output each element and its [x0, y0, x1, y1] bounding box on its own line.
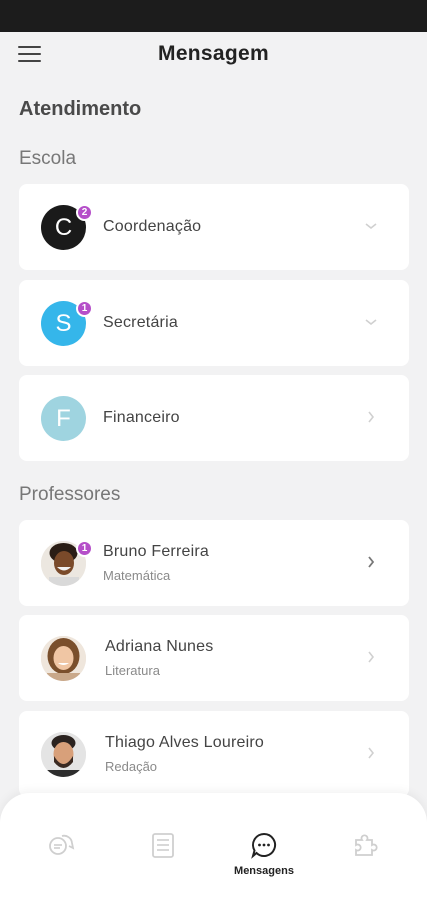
- avatar: F: [41, 396, 86, 441]
- page-title: Mensagem: [158, 42, 269, 65]
- bottom-navigation: Mensagens: [0, 793, 427, 900]
- teacher-subject: Redação: [105, 759, 158, 774]
- chevron-right-icon[interactable]: [363, 649, 379, 665]
- message-dots-icon: [251, 832, 276, 859]
- teacher-name: Bruno Ferreira: [103, 543, 209, 560]
- teacher-subject: Matemática: [103, 568, 171, 583]
- contact-name: Secretária: [103, 314, 178, 331]
- chevron-right-icon[interactable]: [363, 745, 379, 761]
- unread-badge: 2: [76, 204, 93, 221]
- status-bar: [0, 0, 427, 32]
- nav-item-chat[interactable]: [31, 831, 91, 881]
- teacher-subject: Literatura: [105, 663, 160, 678]
- teacher-card-thiago[interactable]: Thiago Alves Loureiro Redação: [19, 711, 409, 797]
- nav-item-tasks[interactable]: [133, 831, 193, 881]
- teacher-photo: [41, 732, 86, 777]
- nav-item-extras[interactable]: [335, 831, 395, 881]
- contact-card-coordenacao[interactable]: C 2 Coordenação: [19, 184, 409, 270]
- app-header: Mensagem: [0, 32, 427, 80]
- unread-badge: 1: [76, 300, 93, 317]
- clipboard-list-icon: [152, 833, 174, 858]
- group-title-escola: Escola: [19, 148, 77, 169]
- puzzle-icon: [355, 834, 378, 856]
- teacher-card-adriana[interactable]: Adriana Nunes Literatura: [19, 615, 409, 701]
- nav-label-mensagens: Mensagens: [234, 865, 294, 877]
- chevron-right-icon[interactable]: [363, 409, 379, 425]
- teacher-card-bruno[interactable]: 1 Bruno Ferreira Matemática: [19, 520, 409, 606]
- chevron-down-icon[interactable]: [363, 314, 379, 330]
- contact-card-secretaria[interactable]: S 1 Secretária: [19, 280, 409, 366]
- teacher-photo: [41, 636, 86, 681]
- group-title-professores: Professores: [19, 484, 121, 505]
- nav-item-mensagens[interactable]: Mensagens: [234, 831, 294, 881]
- unread-badge: 1: [76, 540, 93, 557]
- section-title: Atendimento: [19, 98, 142, 120]
- chat-bubbles-icon: [49, 834, 75, 855]
- chevron-down-icon[interactable]: [363, 218, 379, 234]
- contact-name: Financeiro: [103, 409, 180, 426]
- teacher-name: Thiago Alves Loureiro: [105, 734, 264, 751]
- teacher-name: Adriana Nunes: [105, 638, 214, 655]
- contact-name: Coordenação: [103, 218, 202, 235]
- contact-card-financeiro[interactable]: F Financeiro: [19, 375, 409, 461]
- chevron-right-icon[interactable]: [363, 554, 379, 570]
